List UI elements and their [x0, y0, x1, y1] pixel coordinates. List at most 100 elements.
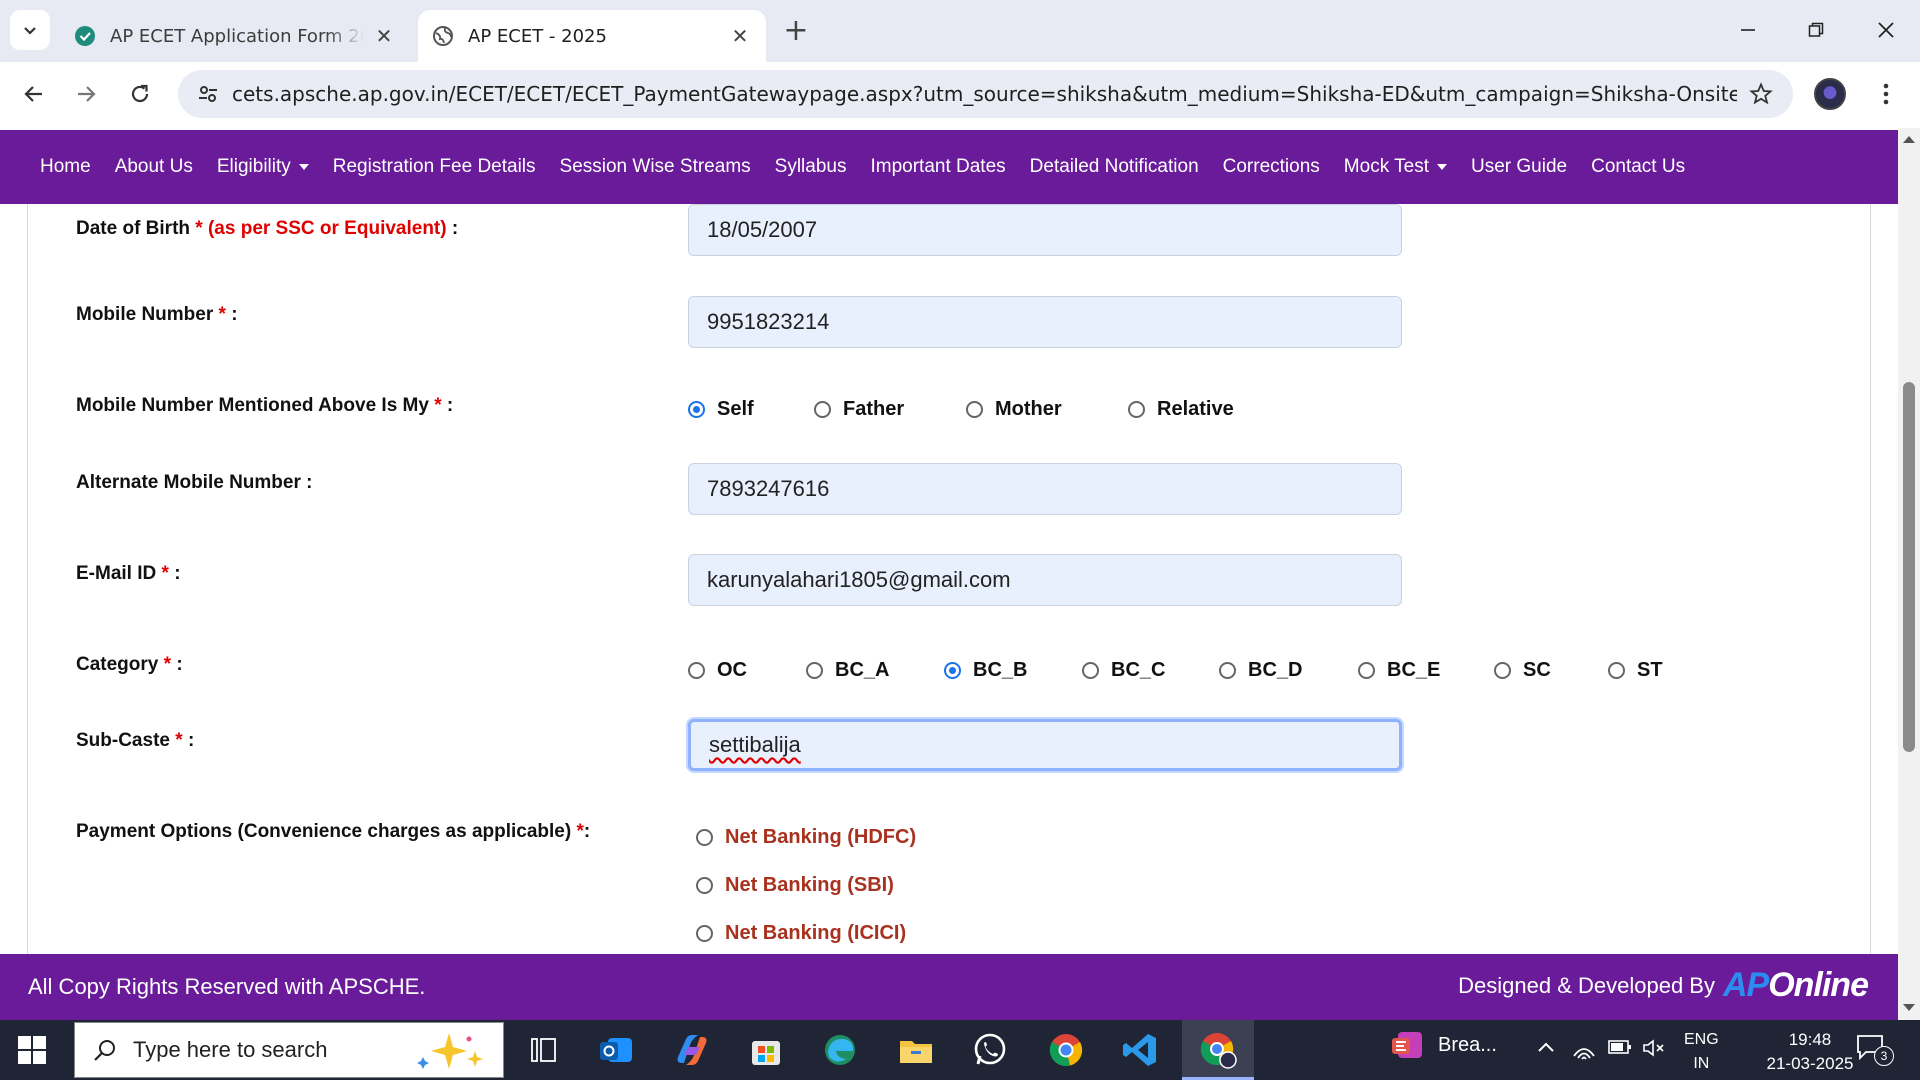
payment-hdfc[interactable]: Net Banking (HDFC)	[696, 826, 916, 849]
required-marker: *	[218, 304, 226, 325]
file-explorer-icon[interactable]	[896, 1030, 936, 1070]
radio-button[interactable]	[1082, 662, 1099, 679]
nav-session-streams[interactable]: Session Wise Streams	[560, 156, 751, 178]
app-label: Brea...	[1438, 1033, 1497, 1056]
radio-self[interactable]: Self	[688, 398, 814, 421]
arrow-right-icon	[78, 86, 96, 102]
outlook-icon[interactable]	[596, 1030, 636, 1070]
radio-button[interactable]	[1219, 662, 1236, 679]
radio-label: OC	[717, 659, 747, 681]
close-tab-icon[interactable]: ✕	[728, 24, 752, 48]
tab-application-form[interactable]: AP ECET Application Form 2025 ✕	[60, 10, 410, 62]
radio-button[interactable]	[688, 401, 705, 418]
radio-button[interactable]	[814, 401, 831, 418]
minimize-button[interactable]	[1720, 10, 1776, 50]
radio-bc-d[interactable]: BC_D	[1219, 659, 1358, 682]
back-button[interactable]	[12, 72, 56, 116]
radio-button[interactable]	[1358, 662, 1375, 679]
close-tab-icon[interactable]: ✕	[372, 24, 396, 48]
nav-registration-fee[interactable]: Registration Fee Details	[333, 156, 536, 178]
vscode-icon[interactable]	[1120, 1030, 1160, 1070]
copilot-icon[interactable]	[672, 1030, 712, 1070]
scroll-down-arrow-icon[interactable]	[1903, 1004, 1915, 1011]
nav-corrections[interactable]: Corrections	[1223, 156, 1320, 178]
task-view-icon[interactable]	[524, 1030, 564, 1070]
radio-button[interactable]	[696, 877, 713, 894]
radio-bc-b[interactable]: BC_B	[944, 659, 1082, 682]
dob-field[interactable]: 18/05/2007	[688, 204, 1402, 256]
wifi-icon[interactable]	[1572, 1038, 1596, 1065]
lang-code: ENG	[1684, 1031, 1719, 1048]
nav-home[interactable]: Home	[40, 156, 91, 178]
alt-mobile-field[interactable]: 7893247616	[688, 463, 1402, 515]
payment-icici[interactable]: Net Banking (ICICI)	[696, 922, 906, 945]
page-scrollbar[interactable]	[1898, 128, 1920, 1020]
battery-icon[interactable]	[1608, 1038, 1632, 1061]
browser-menu-button[interactable]	[1870, 76, 1902, 112]
radio-button[interactable]	[1608, 662, 1625, 679]
close-icon	[1878, 22, 1894, 38]
new-tab-button[interactable]: +	[780, 13, 812, 48]
scroll-up-arrow-icon[interactable]	[1903, 136, 1915, 143]
radio-button[interactable]	[688, 662, 705, 679]
speaker-muted-icon[interactable]	[1642, 1038, 1666, 1063]
url-text[interactable]: cets.apsche.ap.gov.in/ECET/ECET/ECET_Pay…	[232, 82, 1737, 106]
windows-start-icon[interactable]	[18, 1036, 46, 1064]
radio-button[interactable]	[1494, 662, 1511, 679]
whatsapp-icon[interactable]	[970, 1030, 1010, 1070]
close-window-button[interactable]	[1858, 10, 1914, 50]
site-info-button[interactable]	[184, 70, 232, 118]
radio-button[interactable]	[944, 662, 961, 679]
tab-ap-ecet[interactable]: AP ECET - 2025 ✕	[418, 10, 766, 62]
subcaste-field[interactable]: settibalija	[688, 719, 1402, 771]
tray-chevron-up-icon[interactable]	[1536, 1038, 1556, 1063]
restore-button[interactable]	[1788, 10, 1844, 50]
microsoft-store-icon[interactable]	[746, 1030, 786, 1070]
radio-button[interactable]	[966, 401, 983, 418]
alt-mobile-value: 7893247616	[707, 476, 830, 501]
radio-button[interactable]	[696, 829, 713, 846]
nav-user-guide[interactable]: User Guide	[1471, 156, 1567, 178]
logo-online: Online	[1768, 966, 1869, 1004]
radio-button[interactable]	[1128, 401, 1145, 418]
chrome-icon[interactable]	[1046, 1030, 1086, 1070]
taskbar-app-breakfast[interactable]: Brea...	[1390, 1030, 1497, 1060]
nav-mock-test[interactable]: Mock Test	[1344, 156, 1447, 178]
radio-father[interactable]: Father	[814, 398, 966, 421]
radio-bc-a[interactable]: BC_A	[806, 659, 944, 682]
radio-label: Relative	[1157, 398, 1234, 420]
required-marker: *	[163, 654, 172, 675]
notification-center-button[interactable]: 3	[1856, 1034, 1894, 1066]
nav-important-dates[interactable]: Important Dates	[870, 156, 1005, 178]
radio-sc[interactable]: SC	[1494, 659, 1608, 682]
scroll-thumb[interactable]	[1903, 382, 1915, 752]
radio-button[interactable]	[806, 662, 823, 679]
profile-avatar[interactable]	[1814, 78, 1846, 110]
browser-toolbar: cets.apsche.ap.gov.in/ECET/ECET/ECET_Pay…	[0, 62, 1920, 128]
tab-search-button[interactable]	[10, 10, 50, 50]
input-language-indicator[interactable]: ENG IN	[1684, 1028, 1719, 1076]
nav-about-us[interactable]: About Us	[115, 156, 193, 178]
nav-detailed-notification[interactable]: Detailed Notification	[1030, 156, 1199, 178]
radio-oc[interactable]: OC	[688, 659, 806, 682]
system-clock[interactable]: 19:48 21-03-2025	[1750, 1028, 1870, 1076]
nav-contact-us[interactable]: Contact Us	[1591, 156, 1685, 178]
radio-bc-c[interactable]: BC_C	[1082, 659, 1219, 682]
radio-relative[interactable]: Relative	[1128, 398, 1234, 421]
chrome-profile-icon[interactable]	[1198, 1030, 1238, 1070]
reload-button[interactable]	[118, 72, 162, 116]
radio-st[interactable]: ST	[1608, 659, 1663, 682]
payment-sbi[interactable]: Net Banking (SBI)	[696, 874, 894, 897]
radio-button[interactable]	[696, 925, 713, 942]
mobile-field[interactable]: 9951823214	[688, 296, 1402, 348]
edge-icon[interactable]	[820, 1030, 860, 1070]
bookmark-button[interactable]	[1737, 70, 1785, 118]
radio-bc-e[interactable]: BC_E	[1358, 659, 1494, 682]
taskbar-search-box[interactable]: Type here to search	[74, 1022, 504, 1078]
nav-eligibility[interactable]: Eligibility	[217, 156, 309, 178]
radio-mother[interactable]: Mother	[966, 398, 1128, 421]
nav-syllabus[interactable]: Syllabus	[775, 156, 847, 178]
forward-button[interactable]	[64, 72, 108, 116]
address-bar[interactable]: cets.apsche.ap.gov.in/ECET/ECET/ECET_Pay…	[178, 70, 1793, 118]
email-field[interactable]: karunyalahari1805@gmail.com	[688, 554, 1402, 606]
